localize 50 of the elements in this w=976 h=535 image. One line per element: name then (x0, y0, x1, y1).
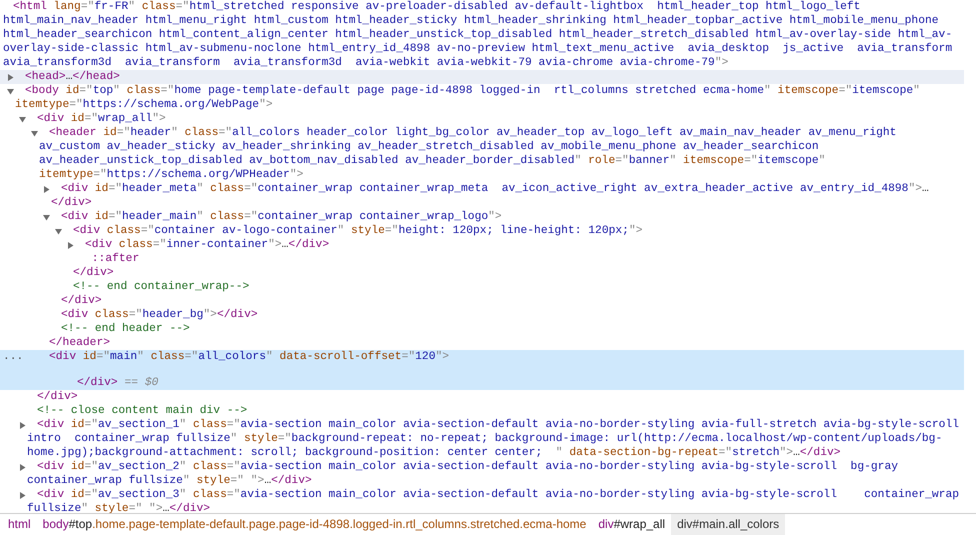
tree-row[interactable]: <div id="header_main" class="container_wrap container_wrap_logo"> (0, 210, 964, 224)
tree-row[interactable]: </div> (0, 390, 964, 404)
disclosure-triangle-icon[interactable] (7, 74, 14, 81)
tree-row[interactable]: <div class="header_bg"></div> (0, 308, 964, 322)
tree-row[interactable]: </div> (0, 294, 964, 308)
tree-row[interactable]: <!-- end container_wrap--> (0, 280, 964, 294)
tree-row[interactable]: <div id="wrap_all"> (0, 112, 964, 126)
disclosure-triangle-icon[interactable] (7, 88, 14, 95)
tree-row[interactable]: <div class="container av-logo-container" style="height: 120px; line-height: 120px;"> (0, 224, 964, 238)
code-line: <div id="wrap_all"> (36, 112, 167, 126)
disclosure-triangle-icon[interactable] (19, 464, 26, 471)
disclosure-triangle-icon[interactable] (19, 492, 26, 499)
code-line: <div class="header_bg"></div> (60, 308, 259, 322)
code-line: <!-- end header --> (60, 322, 191, 336)
disclosure-triangle-icon[interactable] (19, 422, 26, 429)
breadcrumb-item[interactable]: div#wrap_all (592, 514, 672, 535)
code-line: <html lang="fr-FR" class="html_stretched responsive av-preloader-disabled av-default-lightbox html_header_top html_logo_left html_main_nav_header html_menu_right html_custom html_header_sticky html_header_shrinking html_header_topbar_active html_mobile_menu_phone html_header_searchicon html_content_align_center html_header_unstick_top_disabled html_header_stretch_disabled html_av-overlay-side html_av-overlay-side-classic html_av-submenu-noclone html_entry_id_4898 av-no-preview html_text_menu_active avia_desktop js_active avia_transform avia_transform3d avia_transform avia_transform3d avia-webkit avia-webkit-79 avia-chrome avia-chrome-79"> (3, 0, 954, 70)
code-line: <!-- close content main div --> (36, 404, 248, 418)
disclosure-triangle-icon[interactable] (67, 242, 74, 249)
tree-row[interactable]: <head>…</head> (0, 70, 964, 84)
code-line: <header id="header" class="all_colors header_color light_bg_color av_header_top av_logo_left av_main_nav_header av_menu_right av_custom av_header_sticky av_header_shrinking av_header_stretch_disabled av_mobile_menu_phone av_header_searchicon av_header_unstick_top_disabled av_bottom_nav_disabled av_header_border_disabled" role="banner" itemscope="itemscope" itemtype="https://schema.org/WPHeader"> (39, 126, 898, 182)
code-line: </div> (72, 266, 115, 280)
tree-row[interactable]: <!-- end header --> (0, 322, 964, 336)
code-line: <div class="container av-logo-container" style="height: 120px; line-height: 120px;"> (72, 224, 644, 238)
code-line: </div> (60, 294, 103, 308)
code-line: <head>…</head> (24, 70, 121, 84)
tree-row[interactable]: </div> (0, 266, 964, 280)
code-line: </header> (48, 336, 112, 350)
code-line: <div id="av_section_1" class="avia-section main_color avia-section-default avia-no-border-styling avia-full-stretch avia-bg-style-scroll intro container_wrap fullsize" style="background-repeat: no-repeat; background-image: url(http://ecma.localhost/wp-content/uploads/bg-home.jpg);background-attachment: scroll; background-position: center center; " data-section-bg-repeat="stretch">…</div> (27, 418, 960, 460)
disclosure-triangle-icon[interactable] (55, 228, 62, 235)
tree-row[interactable]: ... <div id="main" class="all_colors" data-scroll-offset="120"> </div> == $0 (0, 350, 964, 390)
code-line: <!-- end container_wrap--> (72, 280, 250, 294)
breadcrumb-item[interactable]: html (2, 514, 37, 535)
row-menu-button[interactable]: ... (3, 350, 24, 364)
tree-row[interactable]: <div class="inner-container">…</div> (0, 238, 964, 252)
disclosure-triangle-icon[interactable] (43, 214, 50, 221)
code-line: </div> == $0 (77, 377, 158, 389)
tree-row[interactable]: </header> (0, 336, 964, 350)
disclosure-triangle-icon[interactable] (19, 116, 26, 123)
code-line: ::after (90, 252, 140, 266)
code-line: </div> (36, 390, 79, 404)
breadcrumb-item[interactable]: div#main.all_colors (671, 514, 786, 535)
disclosure-triangle-icon[interactable] (31, 130, 38, 137)
breadcrumb-item[interactable]: body#top.home.page-template-default.page.page-id-4898.logged-in.rtl_columns.stretched.ecma-home (36, 514, 592, 535)
code-line: <div id="main" class="all_colors" data-scroll-offset="120"> (48, 350, 450, 364)
disclosure-triangle-icon[interactable] (43, 186, 50, 193)
tree-row[interactable]: <!-- close content main div --> (0, 404, 964, 418)
code-line: <div class="inner-container">…</div> (84, 238, 330, 252)
code-line: <div id="header_main" class="container_wrap container_wrap_logo"> (60, 210, 503, 224)
tree-row[interactable]: ::after (0, 252, 964, 266)
